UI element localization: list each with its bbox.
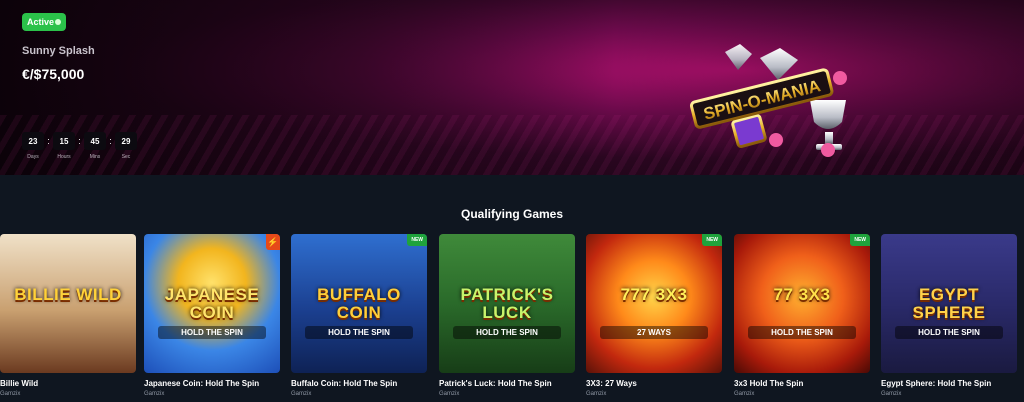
timer-separator: :: [47, 136, 50, 146]
prize-amount: €/$75,000: [22, 66, 85, 82]
spin-o-mania-logo: SPIN-O-MANIA: [689, 44, 847, 157]
timer-secs-label: Sec: [121, 154, 131, 160]
game-art-title: 77 3X3: [773, 285, 831, 304]
timer-hours: 15 Hours: [53, 132, 75, 160]
timer-hours-label: Hours: [57, 154, 71, 160]
game-art-subtitle: HOLD THE SPIN: [158, 326, 266, 339]
game-name[interactable]: Japanese Coin: Hold The Spin: [144, 379, 280, 388]
new-badge: NEW: [702, 234, 722, 246]
game-name[interactable]: Egypt Sphere: Hold The Spin: [881, 379, 1017, 388]
game-card[interactable]: PATRICK'S LUCK HOLD THE SPIN Patrick's Luc…: [439, 234, 575, 397]
timer-days-label: Days: [27, 154, 39, 160]
game-provider: Gamzix: [144, 391, 165, 397]
game-card[interactable]: EGYPT SPHERE HOLD THE SPIN Egypt Sphere: H…: [881, 234, 1017, 397]
game-name[interactable]: Billie Wild: [0, 379, 136, 388]
game-art-subtitle: HOLD THE SPIN: [895, 326, 1003, 339]
timer-mins-value: 45: [84, 132, 106, 150]
game-thumbnail[interactable]: JAPANESE COIN HOLD THE SPIN ⚡: [144, 234, 280, 373]
game-name[interactable]: Patrick's Luck: Hold The Spin: [439, 379, 575, 388]
game-card[interactable]: 77 3X3 HOLD THE SPIN NEW 3x3 Hold The Spin G…: [734, 234, 870, 397]
game-name[interactable]: 3X3: 27 Ways: [586, 379, 722, 388]
status-badge: Active: [22, 13, 66, 31]
game-thumbnail[interactable]: PATRICK'S LUCK HOLD THE SPIN: [439, 234, 575, 373]
lightning-icon: ⚡: [266, 234, 280, 250]
timer-days: 23 Days: [22, 132, 44, 160]
game-art-subtitle: HOLD THE SPIN: [748, 326, 856, 339]
timer-days-value: 23: [22, 132, 44, 150]
game-name[interactable]: Buffalo Coin: Hold The Spin: [291, 379, 427, 388]
game-art-title: BILLIE WILD: [14, 285, 122, 304]
game-art-subtitle: 27 WAYS: [600, 326, 708, 339]
countdown-timer: 23 Days : 15 Hours : 45 Mins : 29 Sec: [22, 132, 137, 160]
game-provider: Gamzix: [881, 391, 902, 397]
game-provider: Gamzix: [586, 391, 607, 397]
game-art-title: EGYPT SPHERE: [912, 285, 986, 322]
timer-secs: 29 Sec: [115, 132, 137, 160]
timer-mins-label: Mins: [89, 154, 101, 160]
game-art-subtitle: HOLD THE SPIN: [305, 326, 413, 339]
timer-separator: :: [78, 136, 81, 146]
new-badge: NEW: [850, 234, 870, 246]
game-art-title: BUFFALO COIN: [317, 285, 401, 322]
promo-name: Sunny Splash: [22, 45, 95, 57]
timer-separator: :: [109, 136, 112, 146]
game-art-title: PATRICK'S LUCK: [460, 285, 554, 322]
status-label: Active: [27, 17, 55, 27]
promo-banner: Active Sunny Splash €/$75,000 23 Days : …: [0, 0, 1024, 175]
timer-secs-value: 29: [115, 132, 137, 150]
new-badge: NEW: [407, 234, 427, 246]
game-thumbnail[interactable]: BUFFALO COIN HOLD THE SPIN NEW: [291, 234, 427, 373]
game-thumbnail[interactable]: 77 3X3 HOLD THE SPIN NEW: [734, 234, 870, 373]
status-dot-icon: [55, 19, 61, 25]
section-title: Qualifying Games: [460, 207, 564, 221]
timer-hours-value: 15: [53, 132, 75, 150]
game-card[interactable]: BUFFALO COIN HOLD THE SPIN NEW Buffalo Coin…: [291, 234, 427, 397]
game-provider: Gamzix: [734, 391, 755, 397]
game-provider: Gamzix: [439, 391, 460, 397]
game-name[interactable]: 3x3 Hold The Spin: [734, 379, 870, 388]
game-card[interactable]: JAPANESE COIN HOLD THE SPIN ⚡ Japanese Coin…: [144, 234, 280, 397]
game-card[interactable]: 777 3X3 27 WAYS NEW 3X3: 27 Ways Gamzix: [586, 234, 722, 397]
game-thumbnail[interactable]: EGYPT SPHERE HOLD THE SPIN: [881, 234, 1017, 373]
game-provider: Gamzix: [291, 391, 312, 397]
game-thumbnail[interactable]: 777 3X3 27 WAYS NEW: [586, 234, 722, 373]
game-thumbnail[interactable]: BILLIE WILD: [0, 234, 136, 373]
timer-mins: 45 Mins: [84, 132, 106, 160]
game-art-title: JAPANESE COIN: [164, 285, 260, 322]
game-art-subtitle: HOLD THE SPIN: [453, 326, 561, 339]
game-art-title: 777 3X3: [620, 285, 688, 304]
games-row: BILLIE WILD Billie Wild Gamzix JAPANESE COI…: [0, 234, 1024, 402]
game-card[interactable]: BILLIE WILD Billie Wild Gamzix: [0, 234, 136, 397]
game-provider: Gamzix: [0, 391, 21, 397]
